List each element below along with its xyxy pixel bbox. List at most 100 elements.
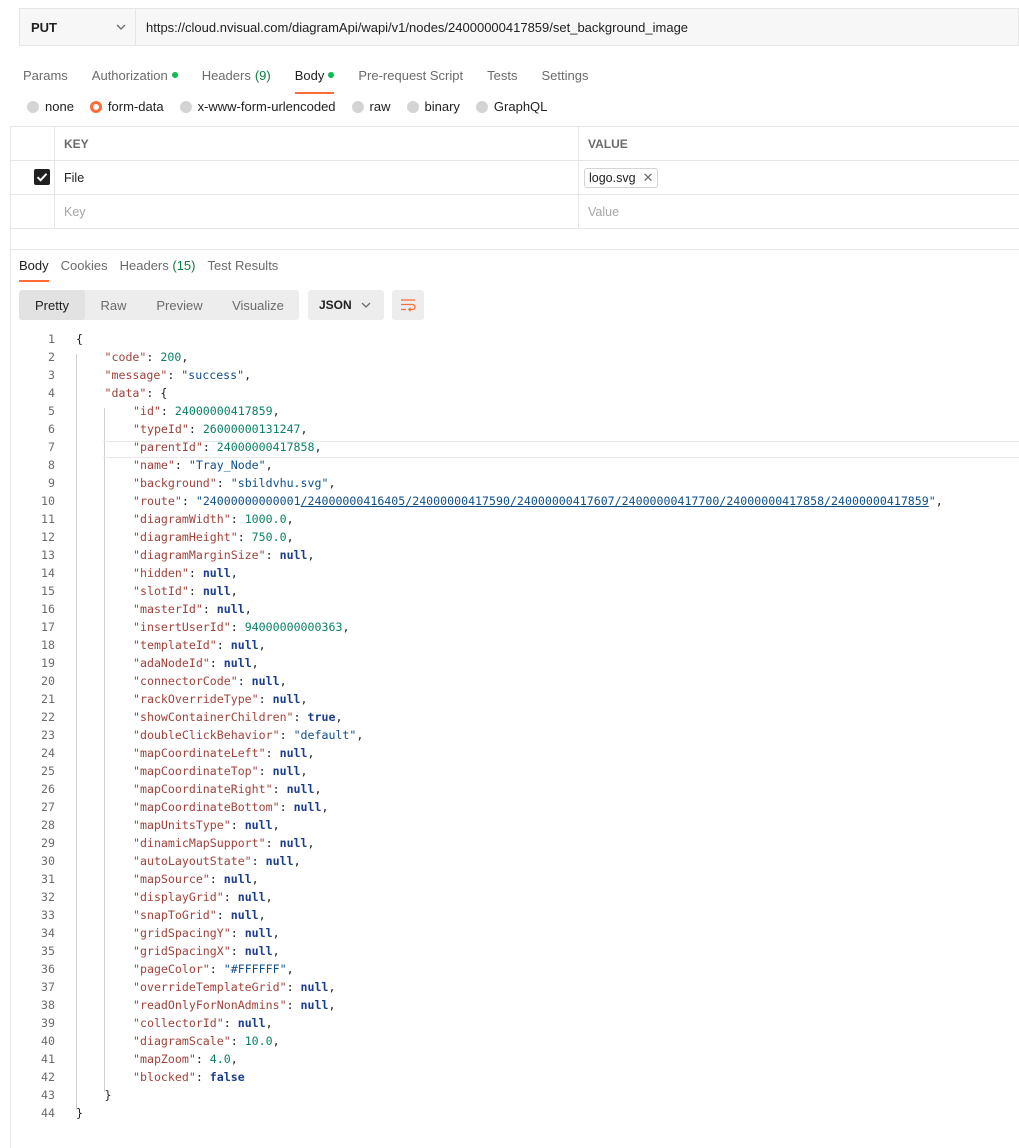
body-type-label: form-data: [107, 99, 164, 114]
body-type-binary[interactable]: binary: [406, 99, 460, 114]
row-enabled-checkbox[interactable]: [34, 169, 50, 185]
code-token: ,: [300, 692, 308, 706]
tab-authorization[interactable]: Authorization: [92, 62, 178, 88]
format-select[interactable]: JSON: [308, 290, 384, 320]
method-select[interactable]: PUT: [20, 9, 136, 45]
code-line: "mapCoordinateBottom": null,: [133, 800, 328, 814]
response-tab-test-results[interactable]: Test Results: [208, 258, 279, 276]
body-type-label: none: [45, 99, 74, 114]
status-dot-icon: [171, 72, 178, 78]
code-token: "adaNodeId": [133, 656, 210, 670]
code-token: "connectorCode": [133, 674, 238, 688]
line-number: 37: [41, 980, 55, 994]
tab-body[interactable]: Body: [294, 62, 335, 94]
code-token: 200: [160, 350, 182, 364]
row-key[interactable]: File: [64, 161, 84, 194]
code-token: "diagramHeight": [133, 530, 238, 544]
tab-headers[interactable]: Headers (9): [202, 62, 271, 88]
response-tabs: Body Cookies Headers (15) Test Results: [19, 258, 290, 282]
code-token: ,: [272, 944, 280, 958]
code-line: "mapCoordinateTop": null,: [133, 764, 308, 778]
line-number: 23: [41, 728, 55, 742]
tab-params[interactable]: Params: [23, 62, 68, 88]
wrap-lines-icon: [401, 299, 416, 312]
code-token: null: [237, 1016, 266, 1030]
code-token: :: [209, 962, 224, 976]
radio-icon[interactable]: [27, 100, 39, 113]
radio-icon[interactable]: [475, 100, 488, 113]
code-token: ,: [265, 1016, 273, 1030]
code-token: 750.0: [251, 530, 287, 544]
tab-label: Headers: [119, 258, 169, 273]
code-token: null: [244, 818, 273, 832]
code-token: "gridSpacingY": [133, 926, 231, 940]
code-token: ,: [321, 800, 329, 814]
view-preview-button[interactable]: Preview: [142, 290, 217, 320]
radio-icon[interactable]: [406, 100, 419, 113]
radio-icon[interactable]: [179, 100, 192, 113]
code-line: {: [76, 332, 83, 346]
code-line: "templateId": null,: [133, 638, 266, 652]
code-line: "slotId": null,: [133, 584, 238, 598]
code-token: null: [216, 602, 245, 616]
code-token: :: [230, 818, 245, 832]
response-tab-cookies[interactable]: Cookies: [61, 258, 108, 276]
url-input[interactable]: https://cloud.nvisual.com/diagramApi/wap…: [146, 9, 688, 45]
code-token: 26000000131247: [202, 422, 301, 436]
code-token: "message": [104, 368, 168, 382]
line-number: 36: [41, 962, 55, 976]
code-token: ,: [272, 1034, 280, 1048]
line-number: 20: [41, 674, 55, 688]
code-token: :: [223, 890, 238, 904]
code-token: ,: [335, 710, 343, 724]
code-token: :: [195, 1070, 210, 1084]
line-number: 1: [48, 332, 55, 346]
line-number: 6: [48, 422, 55, 436]
view-pretty-button[interactable]: Pretty: [19, 290, 85, 320]
file-chip[interactable]: logo.svg ✕: [584, 167, 659, 188]
code-token: ,: [328, 998, 336, 1012]
code-token: ,: [286, 512, 294, 526]
line-number: 28: [41, 818, 55, 832]
code-token: "templateId": [133, 638, 217, 652]
table-header-row: KEY VALUE: [11, 127, 1019, 161]
body-type-none[interactable]: none: [27, 99, 74, 114]
code-token: "masterId": [133, 602, 203, 616]
code-token: "mapCoordinateLeft": [133, 746, 266, 760]
code-token: "Tray_Node": [188, 458, 266, 472]
body-type-graphql[interactable]: GraphQL: [475, 99, 548, 114]
radio-icon[interactable]: [351, 100, 364, 113]
view-raw-button[interactable]: Raw: [85, 290, 142, 320]
remove-file-icon[interactable]: ✕: [643, 170, 654, 186]
code-token: ,: [300, 422, 308, 436]
code-token: "parentId": [133, 440, 203, 454]
code-token: :: [174, 458, 189, 472]
code-line: "typeId": 26000000131247,: [133, 422, 308, 436]
body-type-label: binary: [424, 99, 460, 114]
value-input[interactable]: Value: [588, 195, 619, 228]
line-number: 7: [48, 440, 55, 454]
code-line: "hidden": null,: [133, 566, 238, 580]
code-line: "rackOverrideType": null,: [133, 692, 308, 706]
tab-settings[interactable]: Settings: [541, 62, 588, 88]
radio-icon[interactable]: [89, 100, 102, 113]
body-type-x-www-form-urlencoded[interactable]: x-www-form-urlencoded: [179, 99, 336, 114]
code-token: "route": [133, 494, 182, 508]
wrap-lines-button[interactable]: [392, 290, 424, 320]
response-tab-body[interactable]: Body: [19, 258, 49, 282]
key-input[interactable]: Key: [64, 195, 86, 228]
response-tab-headers[interactable]: Headers (15): [120, 258, 196, 276]
code-token: "gridSpacingX": [133, 944, 231, 958]
code-token: ,: [258, 908, 266, 922]
tab-pre-request-script[interactable]: Pre-request Script: [358, 62, 463, 88]
body-type-form-data[interactable]: form-data: [89, 99, 164, 114]
tab-tests[interactable]: Tests: [487, 62, 517, 88]
tab-label: Headers: [201, 67, 251, 83]
code-token: ,: [286, 962, 294, 976]
code-token: :: [265, 548, 280, 562]
view-visualize-button[interactable]: Visualize: [217, 290, 299, 320]
code-line: "diagramHeight": 750.0,: [133, 530, 294, 544]
body-type-label: GraphQL: [493, 99, 548, 114]
code-token: null: [237, 890, 266, 904]
body-type-raw[interactable]: raw: [351, 99, 391, 114]
